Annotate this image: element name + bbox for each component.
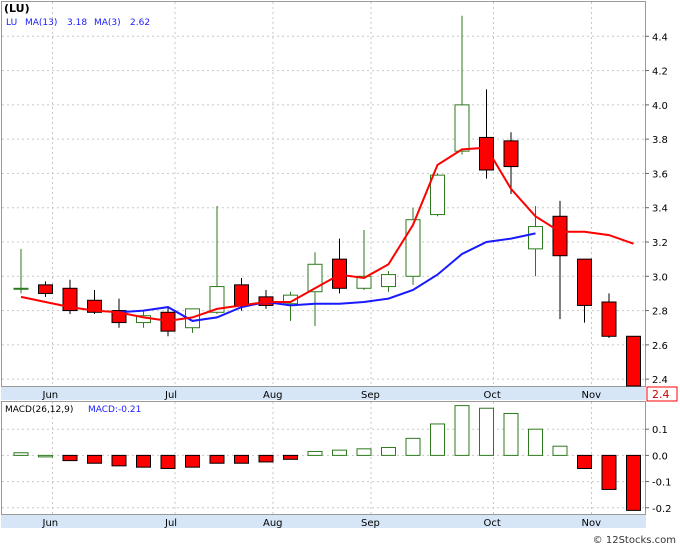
month-label: Aug bbox=[263, 518, 283, 529]
macd-bar bbox=[479, 407, 494, 456]
month-label: Jun bbox=[42, 390, 59, 401]
candle-body bbox=[234, 284, 249, 306]
ma13-line bbox=[118, 232, 536, 322]
macd-tick-label: -0.2 bbox=[652, 504, 672, 515]
macd-y-axis: 0.1 0.0 -0.1 -0.2 bbox=[645, 425, 672, 515]
macd-bar bbox=[38, 454, 53, 458]
candle-body bbox=[626, 335, 641, 387]
price-tick-label: 4.0 bbox=[652, 101, 668, 112]
legend-ma3-value: 2.62 bbox=[130, 18, 150, 28]
macd-bar bbox=[552, 445, 568, 456]
last-price-label: 2.4 bbox=[652, 388, 670, 401]
price-panel: 2.4 2.6 2.8 3.0 3.2 3.4 3.6 3.8 4.0 4.2 4.4 2.4 (L… bbox=[1, 1, 678, 402]
macd-bar bbox=[307, 450, 323, 456]
ticker-title: (LU) bbox=[4, 2, 30, 15]
macd-panel: 0.1 0.0 -0.1 -0.2 MACD(26,12,9) MACD:-0.21 bbox=[1, 401, 672, 515]
month-label: Jul bbox=[164, 390, 177, 401]
month-label: Jun bbox=[42, 518, 59, 529]
macd-tick-label: 0.0 bbox=[652, 451, 668, 462]
macd-bar bbox=[356, 448, 372, 456]
candle-body bbox=[601, 301, 617, 337]
price-tick-label: 4.2 bbox=[652, 67, 668, 78]
macd-bar bbox=[87, 454, 102, 464]
stock-chart: 2.4 2.6 2.8 3.0 3.2 3.4 3.6 3.8 4.0 4.2 4.4 2.4 (L… bbox=[1, 1, 678, 546]
macd-bar bbox=[332, 449, 347, 456]
macd-bar bbox=[62, 454, 78, 462]
macd-bar bbox=[160, 454, 176, 469]
macd-bar bbox=[405, 437, 421, 456]
price-gridlines bbox=[2, 2, 645, 386]
candle-body bbox=[503, 140, 519, 168]
macd-bar bbox=[234, 454, 249, 464]
month-label: Jul bbox=[164, 518, 177, 529]
macd-bar bbox=[430, 423, 445, 456]
month-label: Nov bbox=[582, 390, 602, 401]
legend-ma13-value: 3.18 bbox=[67, 18, 87, 28]
month-label: Aug bbox=[263, 390, 283, 401]
candle-body bbox=[381, 274, 396, 288]
macd-histogram bbox=[13, 405, 641, 511]
month-label: Sep bbox=[361, 390, 380, 401]
price-tick-label: 3.2 bbox=[652, 238, 668, 249]
candle-body bbox=[405, 219, 421, 277]
macd-bar bbox=[13, 452, 29, 456]
price-y-axis: 2.4 2.6 2.8 3.0 3.2 3.4 3.6 3.8 4.0 4.2 4.4 bbox=[645, 32, 668, 386]
macd-bar bbox=[454, 405, 470, 456]
price-tick-label: 2.8 bbox=[652, 307, 668, 318]
watermark: © 12Stocks.com bbox=[593, 535, 676, 546]
macd-bar bbox=[136, 454, 151, 468]
macd-bar bbox=[283, 454, 298, 460]
macd-tick-label: 0.1 bbox=[652, 425, 668, 436]
candle-body bbox=[577, 258, 592, 306]
price-tick-label: 2.4 bbox=[652, 375, 668, 386]
macd-bar bbox=[111, 454, 127, 467]
candle-body bbox=[454, 104, 470, 152]
candle-body bbox=[430, 174, 445, 216]
month-label: Oct bbox=[484, 518, 501, 529]
candle-body bbox=[38, 284, 53, 294]
candlesticks bbox=[13, 15, 641, 387]
candle-body bbox=[479, 136, 494, 171]
price-plot-border bbox=[1, 1, 646, 387]
candle-body bbox=[13, 287, 29, 290]
price-tick-label: 3.6 bbox=[652, 169, 668, 180]
macd-value-label: MACD:-0.21 bbox=[88, 405, 141, 415]
price-tick-label: 3.8 bbox=[652, 135, 668, 146]
macd-bar bbox=[185, 454, 200, 468]
price-tick-label: 2.6 bbox=[652, 341, 668, 352]
candle-body bbox=[552, 215, 568, 257]
candle-body bbox=[528, 226, 543, 250]
legend-symbol: LU bbox=[6, 18, 17, 28]
macd-bar bbox=[577, 454, 592, 469]
price-tick-label: 4.4 bbox=[652, 32, 668, 43]
month-label: Nov bbox=[582, 518, 602, 529]
macd-bar bbox=[626, 454, 641, 511]
macd-bar bbox=[209, 454, 225, 464]
legend-ma3-label: MA(3) bbox=[94, 18, 121, 28]
macd-bar bbox=[503, 412, 519, 456]
legend-ma13-label: MA(13) bbox=[25, 18, 57, 28]
month-label: Oct bbox=[484, 390, 501, 401]
macd-bar bbox=[381, 447, 396, 456]
macd-bar bbox=[528, 428, 543, 456]
macd-bar bbox=[601, 454, 617, 490]
macd-params-label: MACD(26,12,9) bbox=[5, 405, 73, 415]
price-date-axis-band bbox=[1, 387, 646, 400]
ma-legend: LU MA(13) 3.18 MA(3) 2.62 bbox=[6, 18, 150, 28]
price-tick-label: 3.4 bbox=[652, 204, 668, 215]
price-tick-label: 3.0 bbox=[652, 272, 668, 283]
month-label: Sep bbox=[361, 518, 380, 529]
macd-date-axis-band bbox=[1, 515, 646, 528]
macd-bar bbox=[258, 454, 274, 463]
macd-tick-label: -0.1 bbox=[652, 478, 672, 489]
